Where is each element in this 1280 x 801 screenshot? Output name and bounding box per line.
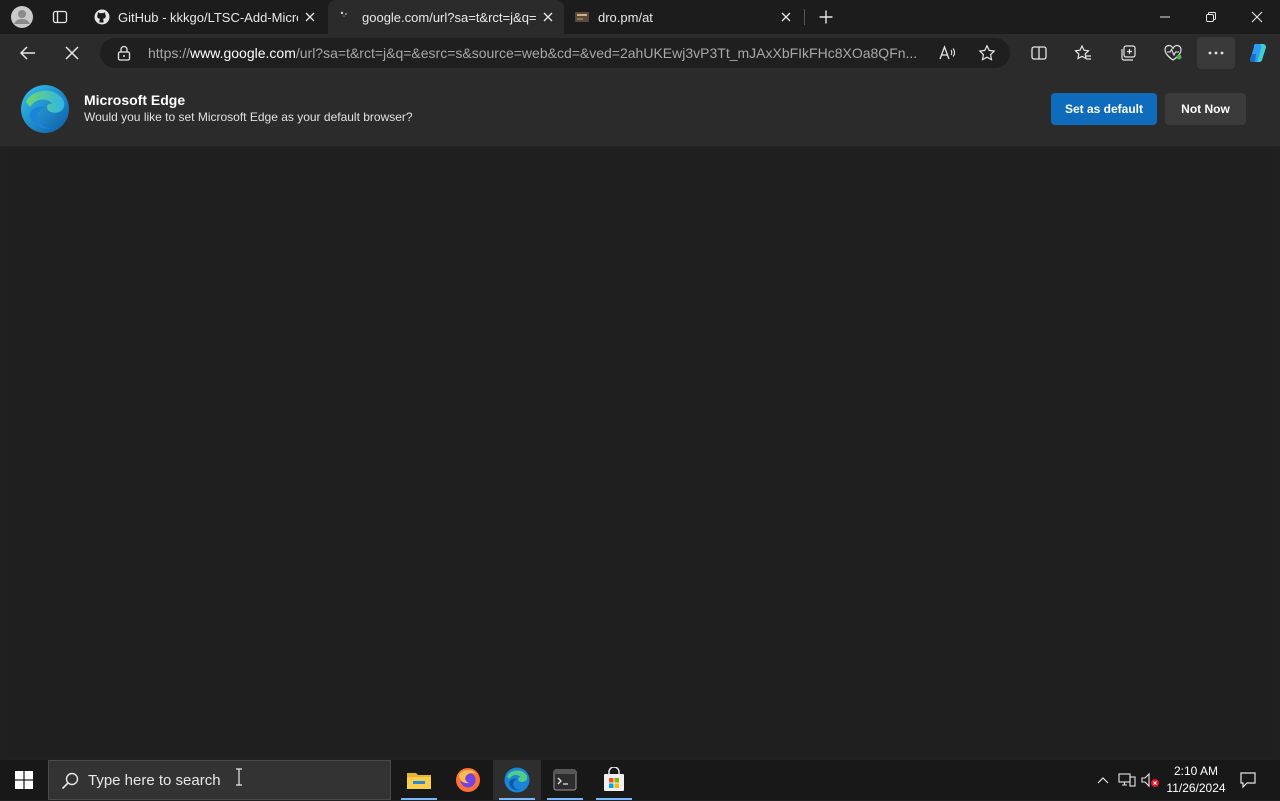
close-tab-icon[interactable] — [298, 5, 322, 29]
page-content-area[interactable] — [4, 149, 1276, 756]
tab-title: google.com/url?sa=t&rct=j&q=&esrc — [362, 9, 536, 25]
settings-more-icon[interactable] — [1197, 37, 1235, 69]
taskbar-clock[interactable]: 2:10 AM 11/26/2024 — [1160, 763, 1232, 797]
clock-time: 2:10 AM — [1173, 764, 1219, 778]
set-as-default-button[interactable]: Set as default — [1051, 93, 1157, 125]
loading-icon — [338, 9, 354, 25]
show-hidden-icons-chevron-icon[interactable] — [1092, 768, 1114, 792]
tab-actions-icon[interactable] — [46, 4, 74, 30]
github-icon — [94, 9, 110, 25]
close-window-icon[interactable] — [1234, 0, 1280, 34]
search-placeholder: Type here to search — [88, 772, 221, 789]
tab-github[interactable]: GitHub - kkkgo/LTSC-Add-Microsoft — [86, 0, 326, 34]
address-bar[interactable]: https://www.google.com/url?sa=t&rct=j&q=… — [100, 38, 1010, 68]
favorites-icon[interactable] — [1068, 38, 1098, 68]
collections-icon[interactable] — [1113, 38, 1143, 68]
notifications-icon[interactable] — [1234, 764, 1262, 796]
edge-logo-icon — [20, 84, 70, 134]
tab-dropm[interactable]: dro.pm/at — [566, 0, 802, 34]
restore-icon[interactable] — [1188, 0, 1234, 34]
tab-google-redirect[interactable]: google.com/url?sa=t&rct=j&q=&esrc — [328, 0, 564, 34]
close-tab-icon[interactable] — [774, 5, 798, 29]
copilot-icon[interactable] — [1243, 38, 1273, 68]
volume-muted-icon[interactable] — [1139, 768, 1161, 792]
infobar-message: Would you like to set Microsoft Edge as … — [84, 110, 413, 124]
favorite-star-icon[interactable] — [978, 44, 996, 62]
site-favicon — [574, 9, 590, 25]
store-taskbar-icon[interactable] — [590, 760, 638, 800]
not-now-button[interactable]: Not Now — [1165, 93, 1246, 125]
tab-strip: GitHub - kkkgo/LTSC-Add-Microsoft google… — [0, 0, 1280, 34]
taskbar-search-box[interactable]: Type here to search — [48, 760, 391, 800]
default-browser-infobar: Microsoft Edge Would you like to set Mic… — [0, 74, 1280, 147]
terminal-taskbar-icon[interactable] — [541, 760, 589, 800]
firefox-taskbar-icon[interactable] — [444, 760, 492, 800]
browser-essentials-icon[interactable] — [1158, 38, 1188, 68]
network-icon[interactable] — [1116, 768, 1138, 792]
infobar-title: Microsoft Edge — [84, 92, 186, 108]
tab-title: dro.pm/at — [598, 9, 653, 25]
lock-icon[interactable] — [117, 45, 131, 61]
split-screen-icon[interactable] — [1024, 38, 1054, 68]
profile-avatar[interactable] — [8, 4, 36, 30]
tab-divider — [804, 9, 805, 25]
text-cursor-icon — [234, 767, 244, 787]
minimize-icon[interactable] — [1142, 0, 1188, 34]
clock-date: 11/26/2024 — [1166, 781, 1226, 795]
tab-title: GitHub - kkkgo/LTSC-Add-Microsoft — [118, 9, 298, 25]
back-icon[interactable] — [12, 37, 44, 69]
start-windows-icon[interactable] — [0, 760, 48, 800]
edge-taskbar-icon[interactable] — [493, 760, 541, 800]
search-icon — [61, 772, 79, 790]
stop-loading-icon[interactable] — [56, 37, 88, 69]
url-text[interactable]: https://www.google.com/url?sa=t&rct=j&q=… — [148, 38, 918, 68]
read-aloud-icon[interactable] — [938, 44, 956, 62]
file-explorer-taskbar-icon[interactable] — [395, 760, 443, 800]
new-tab-icon[interactable] — [812, 3, 840, 31]
close-tab-icon[interactable] — [536, 5, 560, 29]
